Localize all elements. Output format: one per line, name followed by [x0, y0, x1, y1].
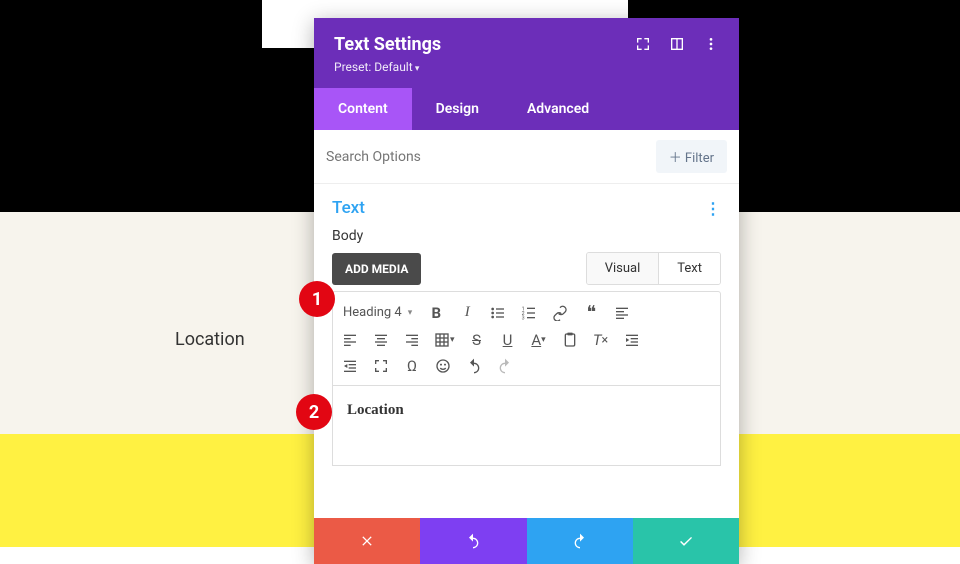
search-row: ＋ Filter [314, 130, 739, 184]
text-color-icon[interactable]: A ▾ [530, 331, 548, 349]
tab-content[interactable]: Content [314, 88, 412, 130]
media-row: ADD MEDIA Visual Text [314, 252, 739, 285]
mode-text[interactable]: Text [659, 253, 720, 284]
page-text-location: Location [175, 329, 245, 350]
indent-icon[interactable] [623, 332, 641, 348]
align-right-icon[interactable] [403, 332, 421, 348]
outdent-icon[interactable] [341, 358, 359, 374]
columns-icon[interactable] [669, 36, 685, 56]
text-settings-modal: Text Settings Preset: Default Content De… [314, 18, 739, 564]
strikethrough-icon[interactable]: S [468, 331, 486, 349]
save-button[interactable] [633, 518, 739, 564]
redo-button[interactable] [527, 518, 633, 564]
align-center-icon[interactable] [372, 332, 390, 348]
kebab-menu-icon[interactable] [703, 36, 719, 56]
tab-advanced[interactable]: Advanced [503, 88, 613, 130]
add-media-button[interactable]: ADD MEDIA [332, 253, 421, 285]
editor-toolbar: Heading 4 B I 123 ❝ ▾ S U A ▾ T× Ω [332, 291, 721, 386]
body-label: Body [314, 228, 739, 244]
align-left2-icon[interactable] [341, 332, 359, 348]
preset-dropdown[interactable]: Preset: Default [334, 60, 441, 74]
modal-title: Text Settings [334, 34, 441, 55]
callout-1: 1 [299, 281, 335, 317]
expand-icon[interactable] [635, 36, 651, 56]
format-select[interactable]: Heading 4 [341, 303, 414, 322]
undo-icon[interactable] [465, 358, 483, 374]
numbered-list-icon[interactable]: 123 [520, 305, 538, 321]
section-menu-icon[interactable]: ⋮ [705, 199, 721, 218]
link-icon[interactable] [551, 305, 569, 321]
section-title[interactable]: Text [332, 198, 365, 218]
editor-content[interactable]: Location [332, 386, 721, 466]
main-tabs: Content Design Advanced [314, 88, 739, 130]
bold-icon[interactable]: B [427, 304, 445, 322]
emoji-icon[interactable] [434, 358, 452, 374]
section-header: Text ⋮ [314, 184, 739, 228]
modal-actions [314, 518, 739, 564]
omega-icon[interactable]: Ω [403, 357, 421, 375]
italic-icon[interactable]: I [458, 304, 476, 321]
redo-icon[interactable] [496, 358, 514, 374]
mode-visual[interactable]: Visual [587, 253, 660, 284]
cancel-button[interactable] [314, 518, 420, 564]
header-actions [635, 34, 719, 56]
modal-header: Text Settings Preset: Default [314, 18, 739, 88]
filter-button[interactable]: ＋ Filter [656, 140, 727, 173]
svg-text:3: 3 [522, 315, 525, 320]
clear-format-icon[interactable]: T× [592, 331, 610, 349]
search-input[interactable] [326, 149, 567, 165]
quote-icon[interactable]: ❝ [582, 302, 600, 323]
tab-design[interactable]: Design [412, 88, 503, 130]
align-left-icon[interactable] [613, 305, 631, 321]
fullscreen-icon[interactable] [372, 358, 390, 374]
underline-icon[interactable]: U [499, 331, 517, 349]
table-icon[interactable]: ▾ [434, 332, 455, 348]
paste-text-icon[interactable] [561, 332, 579, 348]
bullet-list-icon[interactable] [489, 305, 507, 321]
undo-button[interactable] [420, 518, 526, 564]
editor-mode-tabs: Visual Text [586, 252, 721, 285]
callout-2: 2 [296, 394, 332, 430]
